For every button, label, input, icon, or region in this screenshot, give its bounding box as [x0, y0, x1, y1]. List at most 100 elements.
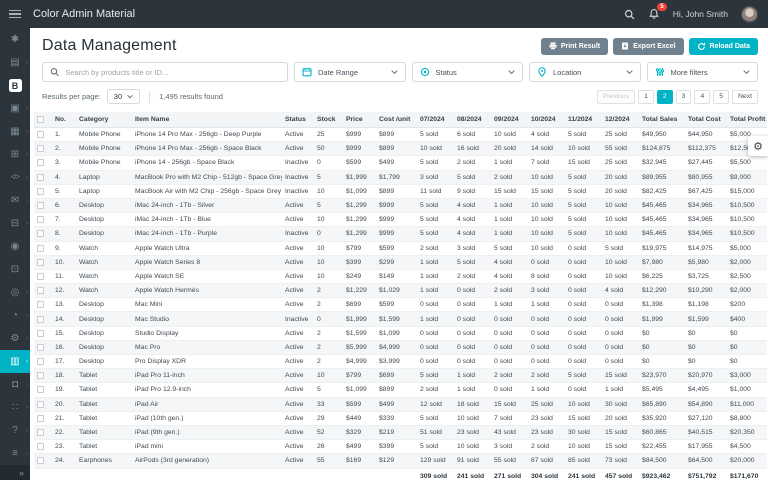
column-header[interactable]: 09/2024: [491, 112, 528, 128]
row-checkbox[interactable]: [37, 372, 44, 379]
sidebar-item-pos-system[interactable]: ⊞›: [0, 143, 30, 166]
row-checkbox[interactable]: [37, 457, 44, 464]
row-checkbox[interactable]: [37, 273, 44, 280]
sidebar-item-location[interactable]: ◎›: [0, 281, 30, 304]
table-cell: 50: [314, 142, 343, 156]
search-input[interactable]: [65, 68, 280, 77]
column-header[interactable]: Total Cost: [685, 112, 727, 128]
pagination-1[interactable]: 1: [638, 90, 654, 104]
pagination-4[interactable]: 4: [694, 90, 710, 104]
column-header[interactable]: Cost /unit: [376, 112, 417, 128]
column-header[interactable]: 12/2024: [602, 112, 639, 128]
table-cell: $200: [727, 298, 767, 312]
sidebar-item-gallery[interactable]: ⊡: [0, 258, 30, 281]
sidebar-item-loader[interactable]: ◔›: [0, 304, 30, 327]
table-cell: 9 sold: [454, 184, 491, 198]
column-header[interactable]: Price: [343, 112, 376, 128]
notification-bell-icon[interactable]: 5: [648, 8, 660, 20]
table-cell: 25: [314, 128, 343, 142]
pagination-3[interactable]: 3: [676, 90, 692, 104]
column-header[interactable]: 07/2024: [417, 112, 454, 128]
sidebar-item-helper[interactable]: ▥›: [0, 350, 30, 373]
table-cell: $1,198: [685, 298, 727, 312]
column-header[interactable]: Total Sales: [639, 112, 685, 128]
row-checkbox[interactable]: [37, 174, 44, 181]
row-checkbox[interactable]: [37, 188, 44, 195]
row-checkbox[interactable]: [37, 245, 44, 252]
avatar[interactable]: [741, 6, 758, 23]
sidebar-item-widgets[interactable]: ∷›: [0, 396, 30, 419]
row-checkbox[interactable]: [37, 358, 44, 365]
row-checkbox[interactable]: [37, 429, 44, 436]
table-cell: $1,999: [343, 170, 376, 184]
total-cell: $751,792: [685, 468, 727, 480]
sidebar-item-map[interactable]: ◉: [0, 235, 30, 258]
hamburger-menu-icon[interactable]: [0, 10, 30, 19]
sidebar-item-calendar[interactable]: ⊟›: [0, 212, 30, 235]
print-result-button[interactable]: Print Result: [541, 38, 608, 55]
reload-data-button[interactable]: Reload Data: [689, 38, 758, 55]
filter-dropdown-status[interactable]: Status: [412, 62, 524, 82]
sidebar-item-bootstrap[interactable]: B: [0, 74, 30, 97]
row-checkbox[interactable]: [37, 330, 44, 337]
table-cell: 15 sold: [602, 440, 639, 454]
row-checkbox[interactable]: [37, 316, 44, 323]
table-cell: $65,890: [639, 397, 685, 411]
table-cell: 91 sold: [454, 454, 491, 468]
column-header[interactable]: No.: [52, 112, 76, 128]
row-checkbox[interactable]: [37, 131, 44, 138]
table-cell: Desktop: [76, 326, 132, 340]
filter-dropdown-date-range[interactable]: Date Range: [294, 62, 406, 82]
table-cell: 30 sold: [565, 425, 602, 439]
sidebar-item-help[interactable]: ?›: [0, 419, 30, 442]
column-header[interactable]: Category: [76, 112, 132, 128]
sidebar-item-forms[interactable]: ▣›: [0, 97, 30, 120]
sidebar-item-menu-levels[interactable]: ≡›: [0, 442, 30, 465]
row-checkbox[interactable]: [37, 287, 44, 294]
column-header[interactable]: 08/2024: [454, 112, 491, 128]
sidebar-item-email-inbox[interactable]: ▤›: [0, 51, 30, 74]
column-header[interactable]: Item Name: [132, 112, 282, 128]
filter-dropdown-more-filters[interactable]: More filters: [647, 62, 759, 82]
pos-system-icon: ⊞: [11, 149, 19, 160]
pagination-2[interactable]: 2: [657, 90, 673, 104]
select-all-checkbox[interactable]: [37, 116, 44, 123]
table-cell: Studio Display: [132, 326, 282, 340]
per-page-select[interactable]: 30: [107, 89, 140, 104]
sidebar-item-lock[interactable]: ◘›: [0, 373, 30, 396]
row-checkbox[interactable]: [37, 202, 44, 209]
table-cell: $27,445: [685, 156, 727, 170]
sidebar-item-code[interactable]: </>›: [0, 166, 30, 189]
export-excel-button[interactable]: Export Excel: [613, 38, 683, 55]
sidebar-item-tables[interactable]: ▦›: [0, 120, 30, 143]
column-header[interactable]: 10/2024: [528, 112, 565, 128]
sidebar-collapse-button[interactable]: »: [0, 465, 30, 480]
chevron-down-icon: [127, 94, 133, 99]
row-checkbox[interactable]: [37, 230, 44, 237]
row-checkbox[interactable]: [37, 159, 44, 166]
row-checkbox[interactable]: [37, 443, 44, 450]
column-header[interactable]: 11/2024: [565, 112, 602, 128]
sidebar-item-dashboard[interactable]: ✱: [0, 28, 30, 51]
column-header[interactable]: Total Profit: [727, 112, 767, 128]
table-cell: Watch: [76, 269, 132, 283]
search-icon[interactable]: [624, 9, 635, 20]
row-checkbox[interactable]: [37, 301, 44, 308]
row-checkbox[interactable]: [37, 344, 44, 351]
pagination-5[interactable]: 5: [713, 90, 729, 104]
table-cell: 5 sold: [565, 213, 602, 227]
column-header[interactable]: Stock: [314, 112, 343, 128]
row-checkbox[interactable]: [37, 259, 44, 266]
row-checkbox[interactable]: [37, 386, 44, 393]
row-checkbox[interactable]: [37, 216, 44, 223]
column-header[interactable]: Status: [282, 112, 314, 128]
row-checkbox[interactable]: [37, 401, 44, 408]
sidebar-item-settings[interactable]: ⚙›: [0, 327, 30, 350]
table-cell: 0 sold: [602, 326, 639, 340]
row-checkbox[interactable]: [37, 145, 44, 152]
theme-settings-gear-icon[interactable]: ⚙: [748, 136, 768, 156]
filter-dropdown-location[interactable]: Location: [529, 62, 641, 82]
row-checkbox[interactable]: [37, 415, 44, 422]
sidebar-item-email-template[interactable]: ✉›: [0, 189, 30, 212]
pagination-next[interactable]: Next: [732, 90, 758, 104]
